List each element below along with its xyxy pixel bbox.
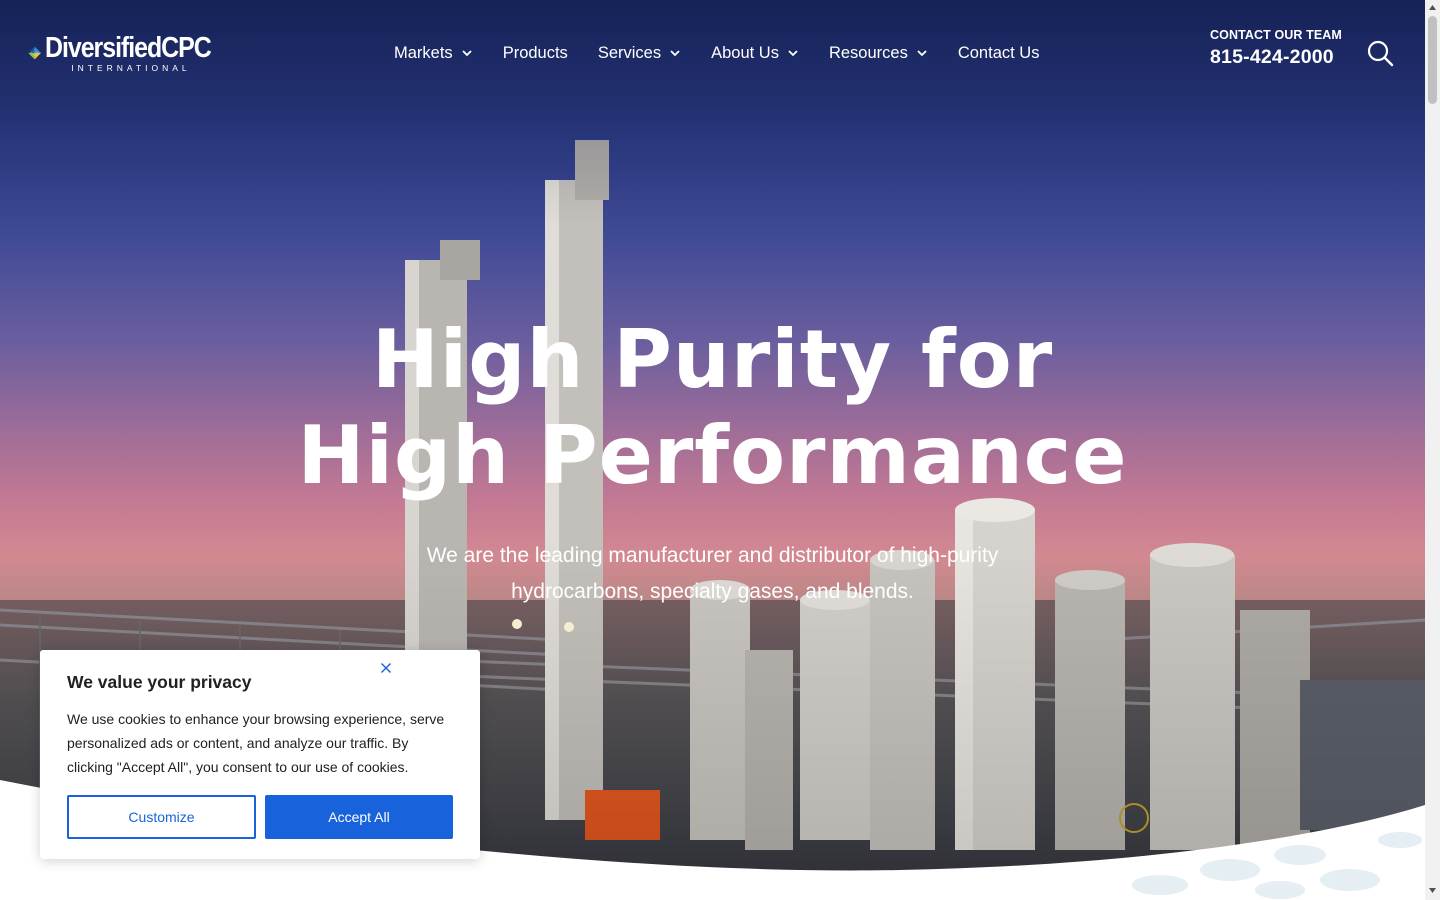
scrollbar-thumb[interactable] bbox=[1428, 16, 1437, 104]
logo-mark-icon bbox=[28, 46, 41, 60]
nav-item-label: Markets bbox=[394, 43, 453, 62]
chevron-down-icon bbox=[670, 50, 680, 57]
nav-item-markets[interactable]: Markets bbox=[394, 44, 473, 63]
nav-item-services[interactable]: Services bbox=[598, 44, 681, 63]
hero-title-line1: High Purity for bbox=[371, 313, 1054, 406]
close-icon[interactable] bbox=[378, 660, 394, 676]
hero-title: High Purity for High Performance bbox=[0, 312, 1425, 504]
cookie-title: We value your privacy bbox=[67, 672, 252, 692]
scroll-up-arrow-icon[interactable] bbox=[1428, 3, 1437, 12]
nav-item-contact-us[interactable]: Contact Us bbox=[958, 44, 1040, 63]
nav-item-label: Products bbox=[502, 43, 568, 62]
hero-headline-block: High Purity for High Performance We are … bbox=[0, 312, 1425, 610]
site-header: DiversifiedCPC INTERNATIONAL Markets Pro… bbox=[0, 0, 1425, 105]
contact-block: CONTACT OUR TEAM 815-424-2000 bbox=[1210, 28, 1342, 69]
nav-item-label: Services bbox=[597, 43, 662, 62]
contact-phone-link[interactable]: 815-424-2000 bbox=[1210, 46, 1342, 69]
nav-item-label: Resources bbox=[828, 43, 908, 62]
customize-button[interactable]: Customize bbox=[67, 795, 256, 839]
hero-subtitle-line2: hydrocarbons, specialty gases, and blend… bbox=[511, 580, 914, 603]
cookie-button-row: Customize Accept All bbox=[67, 795, 453, 839]
hero-subtitle-line1: We are the leading manufacturer and dist… bbox=[426, 544, 999, 567]
chevron-down-icon bbox=[788, 50, 798, 57]
contact-label: CONTACT OUR TEAM bbox=[1210, 28, 1342, 42]
nav-item-resources[interactable]: Resources bbox=[829, 44, 928, 63]
chevron-down-icon bbox=[917, 50, 927, 57]
nav-item-about-us[interactable]: About Us bbox=[711, 44, 799, 63]
chevron-down-icon bbox=[462, 50, 472, 57]
scroll-down-arrow-icon[interactable] bbox=[1428, 886, 1437, 895]
hero-title-line2: High Performance bbox=[297, 409, 1128, 502]
search-icon[interactable] bbox=[1366, 39, 1394, 67]
nav-item-label: About Us bbox=[711, 43, 779, 62]
cookie-description: We use cookies to enhance your browsing … bbox=[67, 711, 445, 775]
logo-tagline: INTERNATIONAL bbox=[71, 62, 191, 73]
main-nav: Markets Products Services About Us Resou… bbox=[394, 40, 1069, 66]
accept-all-button[interactable]: Accept All bbox=[265, 795, 453, 839]
page-scrollbar[interactable] bbox=[1425, 0, 1440, 900]
logo-name: DiversifiedCPC bbox=[45, 31, 212, 64]
cookie-consent-banner: We value your privacy We use cookies to … bbox=[40, 650, 480, 859]
nav-item-products[interactable]: Products bbox=[503, 44, 568, 63]
logo[interactable]: DiversifiedCPC INTERNATIONAL bbox=[28, 28, 238, 78]
nav-item-label: Contact Us bbox=[957, 43, 1040, 62]
